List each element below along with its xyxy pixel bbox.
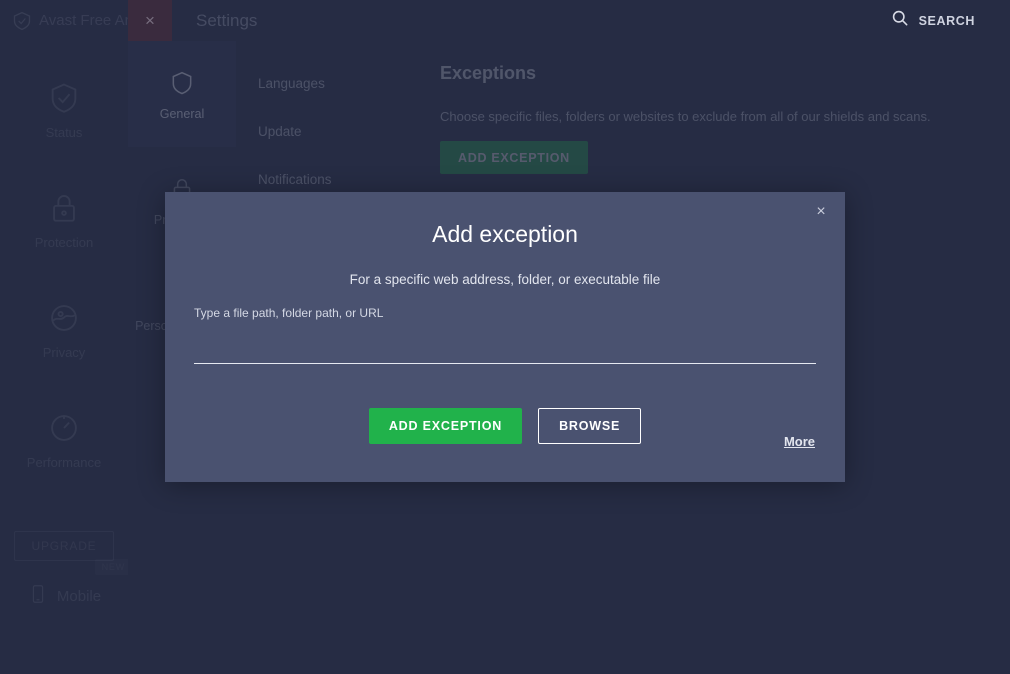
add-exception-dialog: × Add exception For a specific web addre… (165, 192, 845, 482)
shield-check-icon (47, 81, 81, 115)
sidebar-item-protection[interactable]: Protection (0, 165, 128, 275)
dialog-title: Add exception (165, 221, 845, 248)
sidebar-item-label: Performance (27, 455, 101, 470)
dialog-close-button[interactable]: × (805, 196, 837, 228)
gauge-icon (47, 411, 81, 445)
upgrade-button[interactable]: UPGRADE (14, 531, 114, 561)
search-button[interactable]: SEARCH (890, 0, 975, 41)
sidebar-item-privacy[interactable]: Privacy (0, 275, 128, 385)
sidebar-item-label: Status (46, 125, 83, 140)
add-exception-button[interactable]: ADD EXCEPTION (440, 141, 588, 174)
mobile-icon (27, 583, 49, 610)
path-input[interactable] (194, 342, 816, 364)
app-brand: Avast Free Antivirus (0, 0, 128, 41)
dialog-browse-button[interactable]: BROWSE (538, 408, 641, 444)
shield-icon (169, 68, 195, 98)
sidebar-item-label: Mobile (57, 588, 101, 605)
primary-sidebar: Status Protection (0, 41, 128, 674)
page-title: Settings (196, 11, 257, 31)
subnav-item-languages[interactable]: Languages (236, 59, 440, 107)
lock-icon (47, 191, 81, 225)
settings-tab-label: General (160, 107, 204, 121)
section-heading: Exceptions (440, 63, 980, 84)
window-close-button[interactable]: × (128, 0, 172, 41)
sidebar-item-performance[interactable]: Performance (0, 385, 128, 495)
more-link[interactable]: More (784, 434, 815, 449)
section-description: Choose specific files, folders or websit… (440, 109, 980, 124)
avast-logo-icon (12, 11, 32, 31)
close-icon: × (145, 12, 155, 29)
search-icon (890, 8, 910, 33)
app-name-label: Avast Free Antivirus (39, 12, 128, 29)
subnav-item-update[interactable]: Update (236, 107, 440, 155)
path-field-label: Type a file path, folder path, or URL (194, 306, 816, 320)
dialog-actions: ADD EXCEPTION BROWSE (165, 408, 845, 444)
avast-settings-window: Avast Free Antivirus × Settings SEARCH (0, 0, 1010, 674)
close-icon: × (816, 204, 825, 220)
path-field-group: Type a file path, folder path, or URL (194, 306, 816, 364)
settings-tab-general[interactable]: General (128, 41, 236, 147)
dialog-add-exception-button[interactable]: ADD EXCEPTION (369, 408, 522, 444)
search-label: SEARCH (919, 14, 975, 28)
dialog-subtitle: For a specific web address, folder, or e… (165, 272, 845, 287)
sidebar-item-label: Privacy (43, 345, 86, 360)
sidebar-item-label: Protection (35, 235, 94, 250)
status-badge: NEW (95, 559, 132, 575)
sidebar-item-status[interactable]: Status (0, 55, 128, 165)
sidebar-item-mobile[interactable]: NEW Mobile (0, 583, 128, 610)
privacy-icon (47, 301, 81, 335)
titlebar: Avast Free Antivirus × Settings SEARCH (0, 0, 1010, 41)
